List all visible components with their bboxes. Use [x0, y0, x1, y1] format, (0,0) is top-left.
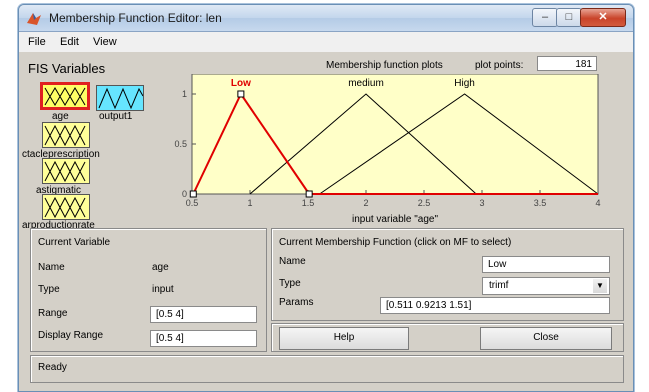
plot-points-label: plot points: [475, 60, 524, 71]
variable-output1-box[interactable] [96, 85, 144, 111]
current-mf-panel: Current Membership Function (click on MF… [271, 228, 624, 321]
x-tick-label: 2.5 [418, 198, 431, 208]
x-tick-label: 2 [363, 198, 368, 208]
mf-params-field[interactable]: [0.511 0.9213 1.51] [380, 297, 610, 314]
current-variable-title: Current Variable [38, 237, 111, 248]
status-bar: Ready [30, 355, 624, 383]
x-tick-label: 3 [479, 198, 484, 208]
variable-name-value: age [152, 262, 169, 273]
title-bar: Membership Function Editor: len – □ ✕ [19, 5, 633, 32]
current-variable-panel: Current Variable Name age Type input Ran… [30, 228, 267, 352]
mf-icon [44, 87, 86, 106]
x-tick-label: 1 [247, 198, 252, 208]
variable-astigmatic-box[interactable] [42, 158, 90, 184]
mf-icon [44, 160, 86, 183]
mf-type-label: Type [279, 278, 301, 289]
mf-vertex-handle[interactable] [237, 90, 245, 98]
x-axis-label: input variable "age" [352, 214, 438, 224]
variable-type-value: input [152, 284, 174, 295]
variable-ctacleprescription-box[interactable] [42, 122, 90, 148]
variable-type-label: Type [38, 284, 60, 295]
variable-age-label: age [52, 111, 69, 122]
mf-label-low[interactable]: Low [231, 78, 251, 89]
mf-icon [44, 124, 86, 147]
x-tick-label: 0.5 [186, 198, 199, 208]
status-text: Ready [38, 362, 67, 373]
mf-icon [44, 196, 86, 219]
y-tick-label: 1 [182, 89, 187, 99]
x-tick-label: 4 [595, 198, 600, 208]
mf-vertex-handle[interactable] [305, 190, 313, 198]
mf-plot[interactable]: 00.51 0.5 1 1.5 2 2.5 3 3.5 4 medium HighLow inp… [172, 74, 612, 224]
range-label: Range [38, 308, 68, 319]
buttons-panel: Help Close [271, 323, 624, 352]
x-tick-label: 1.5 [302, 198, 315, 208]
mf-type-value: trimf [489, 280, 509, 291]
display-range-field[interactable]: [0.5 4] [150, 330, 257, 347]
mf-label-medium[interactable]: medium [348, 78, 384, 89]
variable-name-label: Name [38, 262, 65, 273]
display-range-label: Display Range [38, 330, 104, 341]
help-button[interactable]: Help [279, 327, 409, 350]
range-field[interactable]: [0.5 4] [150, 306, 257, 323]
mf-name-label: Name [279, 256, 306, 267]
close-icon[interactable]: ✕ [580, 8, 626, 27]
plot-background [191, 74, 599, 195]
current-mf-title: Current Membership Function (click on MF… [279, 237, 512, 248]
variable-arproductionrate-box[interactable] [42, 194, 90, 220]
variable-arproductionrate-label: arproductionrate [22, 220, 95, 228]
menu-edit[interactable]: Edit [60, 36, 79, 48]
x-tick-label: 3.5 [534, 198, 547, 208]
mf-params-label: Params [279, 297, 314, 308]
matlab-icon [27, 13, 41, 25]
menu-bar: File Edit View [19, 32, 633, 52]
maximize-icon[interactable]: □ [556, 8, 582, 27]
chevron-down-icon[interactable]: ▼ [593, 279, 607, 293]
menu-file[interactable]: File [28, 36, 46, 48]
variable-output1-label: output1 [99, 111, 133, 122]
mf-name-field[interactable]: Low [482, 256, 610, 273]
window-title: Membership Function Editor: len [49, 11, 222, 25]
minimize-icon[interactable]: – [532, 8, 558, 27]
close-button[interactable]: Close [480, 327, 612, 350]
menu-view[interactable]: View [93, 36, 117, 48]
plot-heading: Membership function plots [326, 60, 443, 71]
mf-type-select[interactable]: trimf ▼ [482, 277, 610, 295]
plot-points-input[interactable]: 181 [537, 56, 597, 71]
mf-vertex-handle[interactable] [189, 190, 197, 198]
y-tick-label: 0.5 [174, 139, 187, 149]
fis-variables-title: FIS Variables [28, 61, 106, 76]
mf-label-high[interactable]: High [454, 78, 475, 89]
variable-age-box[interactable] [40, 82, 90, 110]
mf-icon [98, 87, 144, 110]
